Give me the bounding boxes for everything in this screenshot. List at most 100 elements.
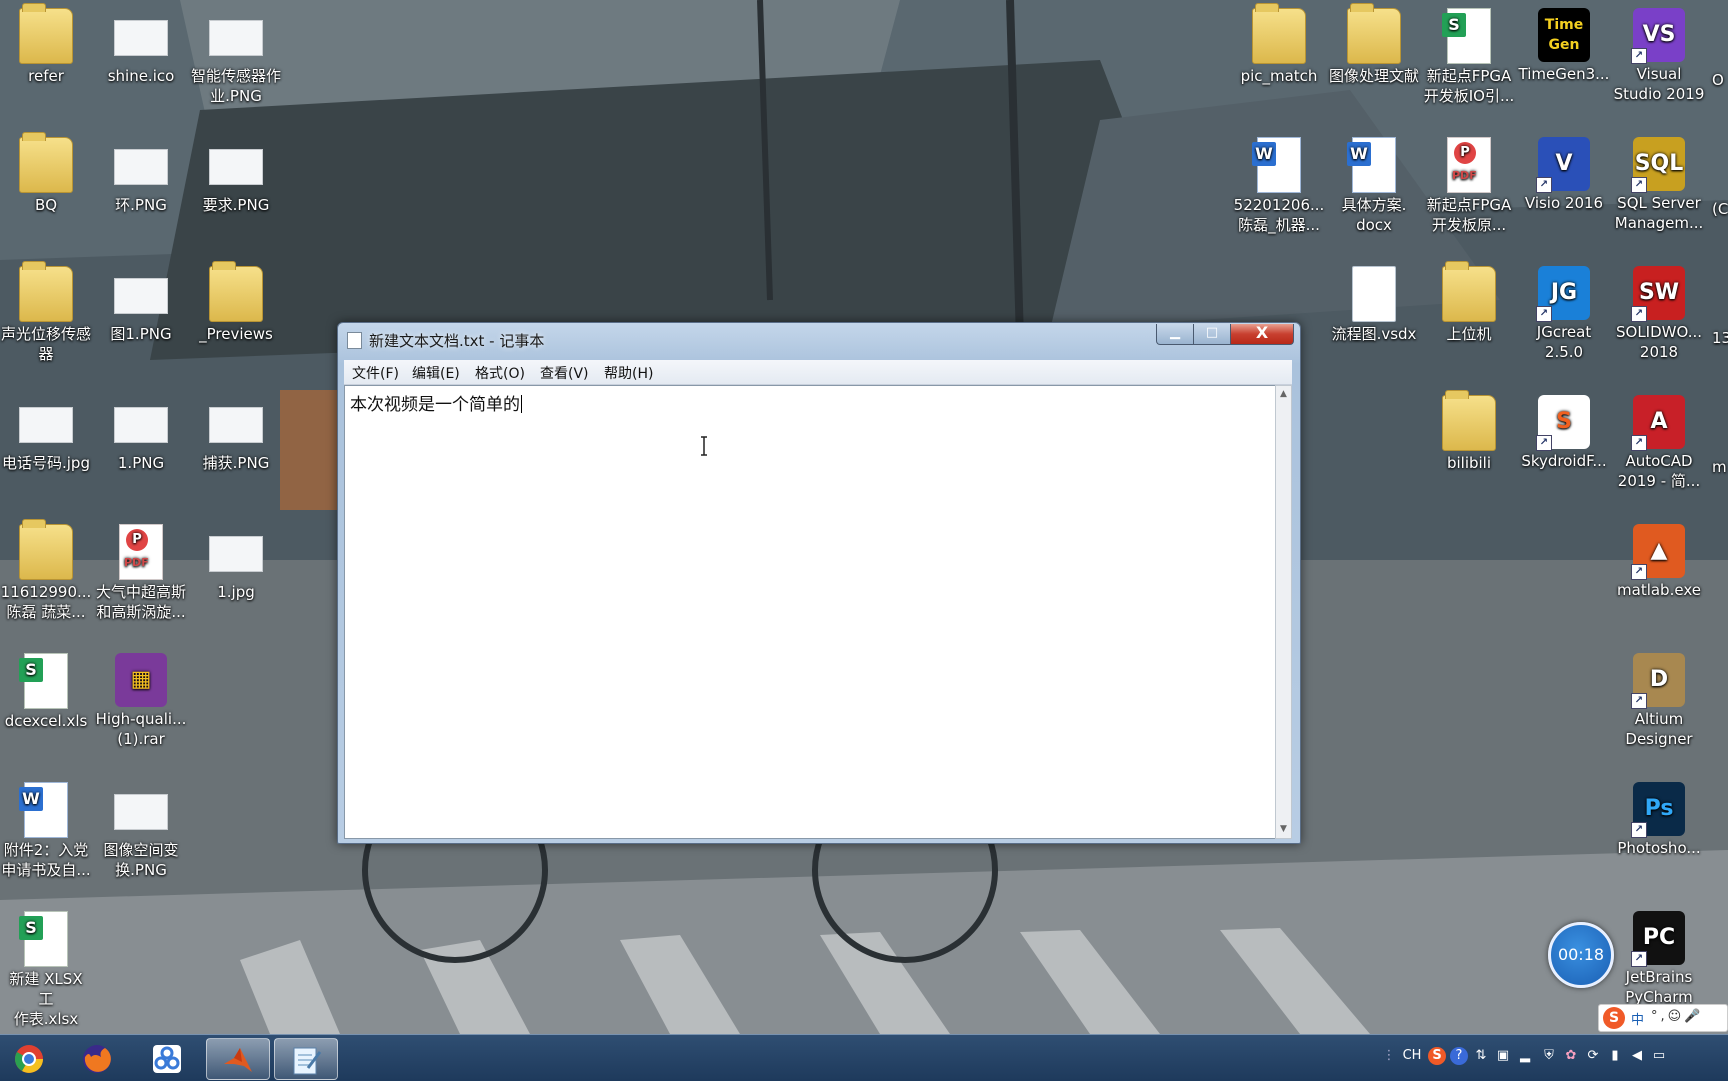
recording-timer[interactable]: 00:18 (1548, 922, 1614, 988)
folder-icon (1252, 3, 1306, 64)
left-desktop-icon[interactable]: 电话号码.jpg (0, 395, 92, 473)
sw-icon: SW ↗ (1631, 266, 1685, 322)
notepad-titlebar[interactable]: 新建文本文档.txt - 记事本 ▁ □ X (338, 323, 1300, 355)
right-desktop-icon[interactable]: ▲ ↗ matlab.exe (1613, 524, 1705, 600)
ime-toolbar[interactable]: S 中 °,☺🎤 (1598, 1004, 1728, 1032)
partial-desktop-icon-label[interactable]: m (1712, 457, 1728, 477)
shortcut-arrow-icon: ↗ (1631, 564, 1647, 580)
pdf-icon (119, 524, 163, 580)
left-desktop-icon[interactable]: 大气中超高斯 和高斯涡旋... (95, 524, 187, 622)
right-desktop-icon[interactable]: 图像处理文献 (1328, 3, 1420, 86)
left-desktop-icon[interactable]: 1.jpg (190, 524, 282, 602)
menu-format[interactable]: 格式(O) (475, 363, 525, 383)
menu-edit[interactable]: 编辑(E) (412, 363, 460, 383)
left-desktop-icon[interactable]: refer (0, 3, 92, 86)
desktop-icon-label: bilibili (1446, 454, 1492, 472)
left-desktop-icon[interactable]: shine.ico (95, 8, 187, 86)
right-desktop-icon[interactable]: 具体方案. docx (1328, 137, 1420, 235)
right-desktop-icon[interactable]: PC ↗ JetBrains PyCharm (1613, 911, 1705, 1007)
left-desktop-icon[interactable]: ▦ High-quali... (1).rar (95, 653, 187, 749)
vertical-scrollbar[interactable]: ▲ ▼ (1275, 385, 1292, 839)
network-adapter-icon[interactable]: ▣ (1494, 1047, 1512, 1065)
sogou-tray-icon[interactable]: S (1428, 1047, 1446, 1065)
right-desktop-icon[interactable]: 52201206... 陈磊_机器... (1233, 137, 1325, 235)
left-desktop-icon[interactable]: 要求.PNG (190, 137, 282, 215)
flower-app-icon[interactable]: ✿ (1562, 1047, 1580, 1065)
right-desktop-icon[interactable]: S ↗ SkydroidF... (1518, 395, 1610, 471)
desktop-icon-label: dcexcel.xls (4, 712, 88, 730)
left-desktop-icon[interactable]: 环.PNG (95, 137, 187, 215)
right-desktop-icon[interactable]: 新起点FPGA 开发板IO引... (1423, 8, 1515, 106)
battery-icon[interactable]: ▮ (1606, 1047, 1624, 1065)
notepad-window[interactable]: 新建文本文档.txt - 记事本 ▁ □ X 文件(F) 编辑(E) 格式(O)… (337, 322, 1301, 844)
left-desktop-icon[interactable]: 图像空间变 换.PNG (95, 782, 187, 880)
right-desktop-icon[interactable]: pic_match (1233, 3, 1325, 86)
shortcut-arrow-icon: ↗ (1631, 693, 1647, 709)
folder-icon (19, 519, 73, 580)
menu-view[interactable]: 查看(V) (540, 363, 589, 383)
help-icon[interactable]: ? (1450, 1047, 1468, 1065)
left-desktop-icon[interactable]: 图1.PNG (95, 266, 187, 344)
maximize-button[interactable]: □ (1193, 324, 1231, 345)
connection-icon[interactable]: ⟳ (1584, 1047, 1602, 1065)
right-desktop-icon[interactable]: 新起点FPGA 开发板原... (1423, 137, 1515, 235)
shortcut-arrow-icon: ↗ (1631, 822, 1647, 838)
editor-text[interactable]: 本次视频是一个简单的 (350, 390, 522, 415)
desktop-icon-label: refer (28, 67, 64, 85)
right-desktop-icon[interactable]: Ps ↗ Photosho... (1613, 782, 1705, 858)
right-desktop-icon[interactable]: 流程图.vsdx (1328, 266, 1420, 344)
sheet-icon (19, 911, 68, 967)
desktop-icon-label: 上位机 (1446, 325, 1492, 343)
desktop-icon-label: 声光位移传感 器 (0, 325, 91, 363)
notification-icon[interactable]: ▭ (1650, 1047, 1668, 1065)
image-icon (209, 536, 263, 572)
close-button[interactable]: X (1230, 324, 1294, 345)
right-desktop-icon[interactable]: SW ↗ SOLIDWO... 2018 (1613, 266, 1705, 362)
left-desktop-icon[interactable]: 智能传感器作 业.PNG (190, 8, 282, 106)
text-editor[interactable]: 本次视频是一个简单的 (344, 385, 1276, 839)
right-desktop-icon[interactable]: A ↗ AutoCAD 2019 - 简... (1613, 395, 1705, 491)
left-desktop-icon[interactable]: 声光位移传感 器 (0, 261, 92, 364)
left-desktop-icon[interactable]: BQ (0, 132, 92, 215)
right-desktop-icon[interactable]: 上位机 (1423, 261, 1515, 344)
right-desktop-icon[interactable]: Time Gen TimeGen3... (1518, 8, 1610, 84)
left-desktop-icon[interactable]: 1.PNG (95, 395, 187, 473)
partial-desktop-icon-label[interactable]: (C (1712, 199, 1728, 219)
scroll-up-arrow-icon[interactable]: ▲ (1276, 386, 1291, 403)
left-desktop-icon[interactable]: 附件2：入党 申请书及自... (0, 782, 92, 880)
scroll-down-arrow-icon[interactable]: ▼ (1276, 821, 1291, 838)
security-shield-icon[interactable]: ⛨ (1540, 1047, 1558, 1065)
right-desktop-icon[interactable]: V ↗ Visio 2016 (1518, 137, 1610, 213)
taskbar-notepad-button[interactable] (274, 1038, 338, 1080)
left-desktop-icon[interactable]: 新建 XLSX 工 作表.xlsx (0, 911, 92, 1029)
ime-extras[interactable]: °,☺🎤 (1651, 1009, 1703, 1024)
right-desktop-icon[interactable]: VS ↗ Visual Studio 2019 (1613, 8, 1705, 104)
image-icon (209, 20, 263, 56)
right-desktop-icon[interactable]: JG ↗ JGcreat 2.5.0 (1518, 266, 1610, 362)
menu-file[interactable]: 文件(F) (352, 363, 399, 383)
sogou-ime-icon[interactable]: S (1603, 1007, 1625, 1029)
taskbar-firefox-button[interactable] (66, 1038, 128, 1078)
right-desktop-icon[interactable]: SQL ↗ SQL Server Managem... (1613, 137, 1705, 233)
left-desktop-icon[interactable]: dcexcel.xls (0, 653, 92, 731)
volume-icon[interactable]: ◀ (1628, 1047, 1646, 1065)
right-desktop-icon[interactable]: bilibili (1423, 390, 1515, 473)
taskbar-matlab-button[interactable] (206, 1038, 270, 1080)
desktop-icon-label: AutoCAD 2019 - 简... (1617, 452, 1701, 490)
usb-icon[interactable]: ⇅ (1472, 1047, 1490, 1065)
taskbar-chrome-button[interactable] (0, 1038, 60, 1078)
partial-desktop-icon-label[interactable]: 13 (1712, 328, 1728, 348)
left-desktop-icon[interactable]: 11612990... 陈磊 蔬菜... (0, 519, 92, 622)
taskbar-photos-button[interactable] (136, 1038, 198, 1078)
partial-desktop-icon-label[interactable]: O (1712, 70, 1728, 90)
minimize-button[interactable]: ▁ (1156, 324, 1194, 345)
left-desktop-icon[interactable]: 捕获.PNG (190, 395, 282, 473)
rar-icon: ▦ (115, 653, 167, 707)
language-indicator[interactable]: CH (1400, 1047, 1424, 1065)
ime-mode[interactable]: 中 (1631, 1009, 1644, 1028)
left-desktop-icon[interactable]: _Previews (190, 261, 282, 344)
right-desktop-icon[interactable]: D ↗ Altium Designer (1613, 653, 1705, 749)
desktop-icon-label: 附件2：入党 申请书及自... (1, 841, 91, 879)
menu-help[interactable]: 帮助(H) (604, 363, 653, 383)
signal-icon[interactable]: ▂ (1516, 1047, 1534, 1065)
